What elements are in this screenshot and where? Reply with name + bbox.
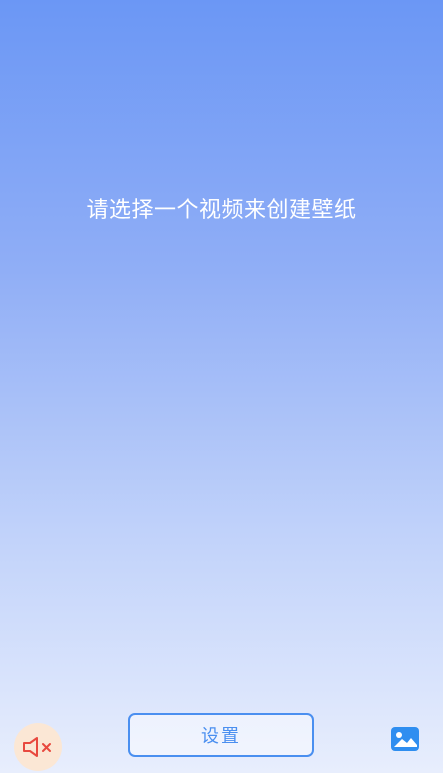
image-icon xyxy=(391,727,419,751)
wallpaper-screen: 请选择一个视频来创建壁纸 设置 xyxy=(0,0,443,773)
mute-button[interactable] xyxy=(14,723,62,771)
choose-wallpaper-button[interactable] xyxy=(389,723,421,755)
speaker-muted-icon xyxy=(23,737,51,757)
settings-button-label: 设置 xyxy=(201,726,241,747)
settings-button[interactable]: 设置 xyxy=(128,713,314,757)
bottom-bar: 设置 xyxy=(0,713,443,773)
select-video-prompt: 请选择一个视频来创建壁纸 xyxy=(86,198,357,223)
